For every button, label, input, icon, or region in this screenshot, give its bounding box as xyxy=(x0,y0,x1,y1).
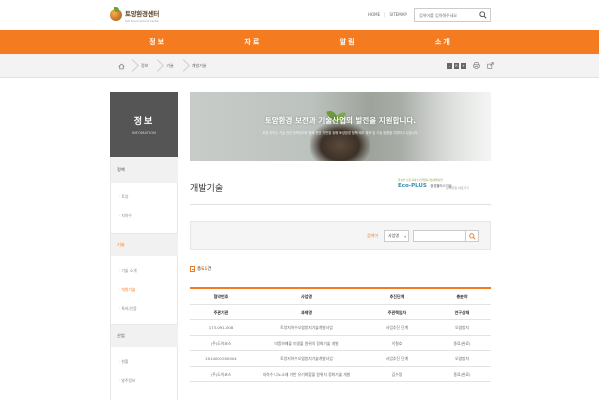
search-icon[interactable] xyxy=(479,11,487,19)
column-header: 주관책임자 xyxy=(387,309,407,315)
table-cell: 사업추진 단계 xyxy=(385,356,409,361)
table-cell: 종료(완료) xyxy=(453,340,471,346)
column-header: 추진단계 xyxy=(389,294,405,299)
breadcrumb-bar: 정보 기술 개발기술 - R + xyxy=(0,54,599,78)
font-reset-button[interactable]: R xyxy=(454,62,459,69)
page-tools: - R + xyxy=(447,62,494,69)
table-row[interactable]: (주)도이코스 미증하폐물 미생물 원위치 정화기술 개발 이철호 종료(완료) xyxy=(190,336,491,351)
document-icon xyxy=(190,266,195,272)
chevron-down-icon: ▾ xyxy=(404,235,406,239)
sidebar-item-dev-tech[interactable]: · 개발기술 xyxy=(119,287,135,293)
table-header-row: 협약번호 사업명 추진단계 총분야 xyxy=(190,289,491,305)
share-icon[interactable] xyxy=(487,62,494,69)
result-count: 총 61 건 xyxy=(190,266,212,272)
sidebar-group-industry[interactable]: 산업 xyxy=(111,325,178,347)
table-cell: 지하수 나노소재 기반 유기화합물 원위치 정화기술 개발 xyxy=(262,371,351,377)
home-link[interactable]: HOME xyxy=(368,12,380,17)
column-header: 협약번호 xyxy=(213,294,229,299)
font-minus-button[interactable]: - xyxy=(447,62,452,69)
table-row[interactable]: 173-091-008 토양지하수오염방지기술개발사업 사업추진 단계 오염방지 xyxy=(190,320,491,336)
sidebar-item-tech-intro[interactable]: · 기술 소개 xyxy=(119,268,137,274)
table-cell: 토양지하수오염방지기술개발사업 xyxy=(280,325,333,330)
breadcrumb: 정보 기술 개발기술 xyxy=(110,54,215,78)
logo-mark-icon xyxy=(110,7,122,21)
sidebar-item-soil[interactable]: · 토양 xyxy=(119,194,128,200)
table-cell: 종료(완료) xyxy=(453,371,471,377)
policy-link[interactable]: 정책지원 바로가기 xyxy=(446,186,469,190)
table-cell: 오염방지 xyxy=(455,325,469,330)
search-button[interactable] xyxy=(466,230,479,242)
search-panel: 검색어 사업명 ▾ xyxy=(190,221,491,250)
table-cell: 사업추진 단계 xyxy=(385,325,409,330)
eco-plus-brand: Eco-PLUS xyxy=(398,183,427,189)
sidebar-item-order-info[interactable]: · 발주정보 xyxy=(119,378,135,384)
top-search-input[interactable] xyxy=(415,9,477,21)
banner-headline: 토양환경 보전과 기술산업의 발전을 지원합니다. xyxy=(264,116,417,125)
eco-plus-caption: 환경부 토양·지하수오염방지기술개발사업 xyxy=(398,179,443,182)
column-header: 주관기관 xyxy=(213,309,229,315)
sidebar-title: 정보 xyxy=(133,117,155,127)
table-header-row: 주관기관 과제명 주관책임자 연구상태 xyxy=(190,304,491,320)
column-header: 과제명 xyxy=(300,309,313,315)
banner-subline: 토양·지하수 기술 관련 정책정보와 함께 관련 기반을 위해 토양환경 정책·… xyxy=(262,131,419,135)
table-row[interactable]: (주)도이코스 지하수 나노소재 기반 유기화합물 원위치 정화기술 개발 김수… xyxy=(190,367,491,382)
sidebar-group-tech[interactable]: 기술 xyxy=(111,234,178,256)
sidebar-item-groundwater[interactable]: · 지하수 xyxy=(119,213,132,219)
search-field-select[interactable]: 사업명 ▾ xyxy=(384,230,409,242)
table-cell: 2014001550004 xyxy=(205,356,237,361)
utility-links: HOME | SITEMAP xyxy=(368,12,407,17)
sidebar-header: 정보 INFOMATION xyxy=(110,92,178,157)
nav-item-notice[interactable]: 알림 xyxy=(301,30,396,54)
logo-subtext: Soil Environment Center xyxy=(125,18,160,23)
soil-image xyxy=(310,122,370,161)
top-header: 토양환경센터 Soil Environment Center HOME | SI… xyxy=(0,0,599,30)
eco-plus-logo[interactable]: 환경부 토양·지하수오염방지기술개발사업 Eco-PLUS 환경플러스기술 xyxy=(398,178,491,194)
table-cell: 토양지하수오염방지기술개발사업 xyxy=(280,356,333,361)
table-cell: 오염방지 xyxy=(455,356,469,361)
page-title: 개발기술 xyxy=(190,184,224,194)
table-cell: (주)도이코스 xyxy=(210,371,232,377)
table-cell: 미증하폐물 미생물 원위치 정화기술 개발 xyxy=(274,340,339,346)
nav-item-about[interactable]: 소개 xyxy=(396,30,491,54)
sitemap-link[interactable]: SITEMAP xyxy=(390,12,407,17)
site-logo[interactable]: 토양환경센터 Soil Environment Center xyxy=(110,6,170,24)
search-label: 검색어 xyxy=(367,233,379,238)
column-header: 사업명 xyxy=(300,294,313,299)
nav-item-data[interactable]: 자료 xyxy=(205,30,300,54)
print-icon[interactable] xyxy=(473,62,480,69)
nav-item-info[interactable]: 정보 xyxy=(110,30,205,54)
table-row[interactable]: 2014001550004 토양지하수오염방지기술개발사업 사업추진 단계 오염… xyxy=(190,351,491,367)
title-divider xyxy=(190,204,491,205)
font-plus-button[interactable]: + xyxy=(461,62,466,69)
search-icon xyxy=(469,233,476,240)
table-cell: (주)도이코스 xyxy=(210,340,232,346)
sidebar-item-status[interactable]: · 현황 xyxy=(119,359,128,365)
results-table: 협약번호 사업명 추진단계 총분야 주관기관 과제명 주관책임자 연구상태 17… xyxy=(190,287,491,382)
table-cell: 이철호 xyxy=(391,340,403,346)
breadcrumb-item-current: 개발기술 xyxy=(183,54,216,78)
table-cell: 김수정 xyxy=(391,371,403,377)
column-header: 연구상태 xyxy=(454,309,470,315)
logo-text: 토양환경센터 xyxy=(125,9,160,18)
main-navigation: 정보 자료 알림 소개 xyxy=(0,30,599,54)
sidebar-subtitle: INFOMATION xyxy=(131,131,157,135)
search-input[interactable] xyxy=(413,230,466,242)
sidebar-item-patent[interactable]: · 특허/인증 xyxy=(119,306,137,312)
sidebar: 정책 · 토양 · 지하수 기술 · 기술 소개 · 개발기술 · 특허/인증 … xyxy=(110,157,178,400)
hero-banner: 토양환경 보전과 기술산업의 발전을 지원합니다. 토양·지하수 기술 관련 정… xyxy=(190,92,491,161)
sidebar-group-policy[interactable]: 정책 xyxy=(111,157,178,183)
util-divider: | xyxy=(384,12,386,17)
home-icon xyxy=(117,63,125,69)
table-cell: 173-091-008 xyxy=(208,325,234,330)
top-search-box xyxy=(414,8,491,22)
column-header: 총분야 xyxy=(456,294,468,299)
